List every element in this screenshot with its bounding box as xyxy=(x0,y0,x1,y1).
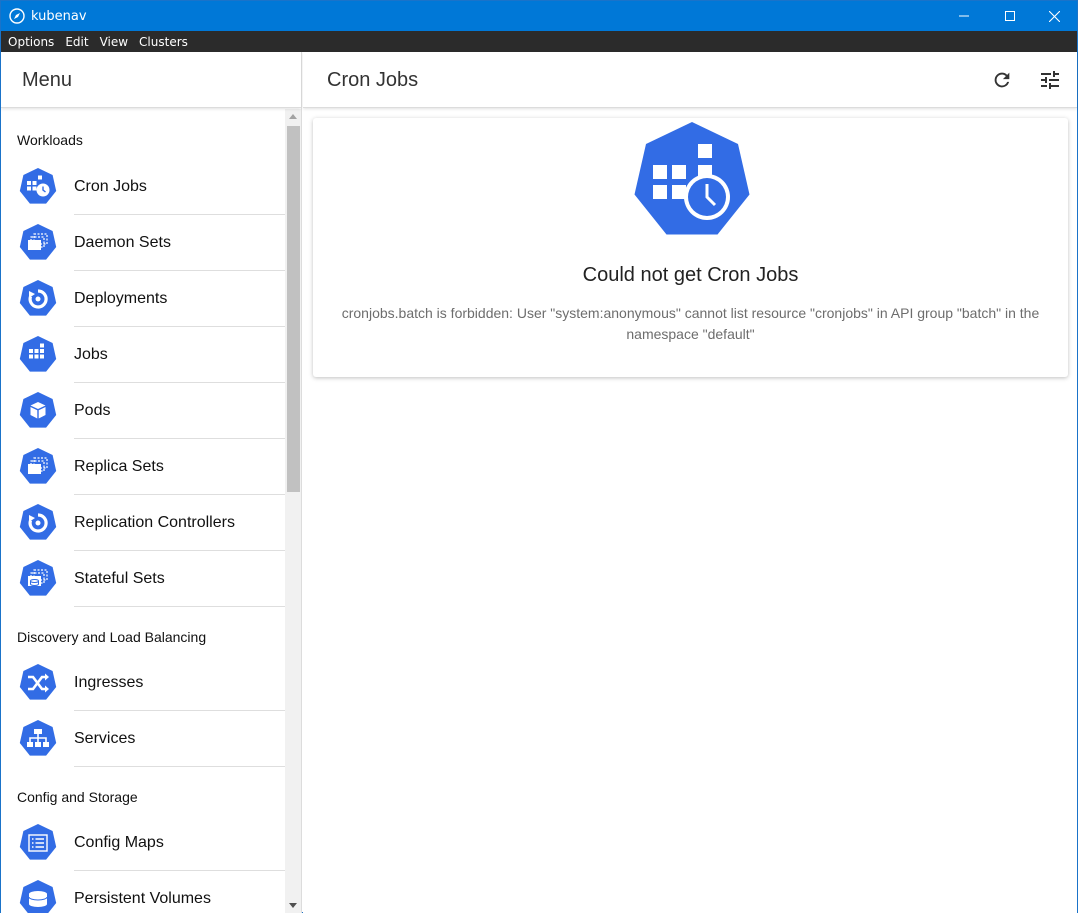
job-icon xyxy=(19,336,57,372)
sidebar-item-deployments[interactable]: Deployments xyxy=(1,271,285,327)
scroll-down-arrow-icon[interactable] xyxy=(289,903,297,908)
divider xyxy=(74,606,285,607)
sidebar-item-pods[interactable]: Pods xyxy=(1,383,285,439)
sidebar-item-label: Jobs xyxy=(74,346,108,363)
error-title: Could not get Cron Jobs xyxy=(582,264,799,286)
sidebar-item-services[interactable]: Services xyxy=(1,711,285,767)
main-header: Cron Jobs xyxy=(303,52,1077,108)
sidebar-item-cron-jobs[interactable]: Cron Jobs xyxy=(1,159,285,215)
maximize-icon xyxy=(1005,11,1015,21)
close-button[interactable] xyxy=(1031,1,1077,31)
sidebar-item-replica-sets[interactable]: Replica Sets xyxy=(1,439,285,495)
section-label-config-storage: Config and Storage xyxy=(17,789,138,805)
compass-icon xyxy=(9,8,25,24)
replicaset-icon xyxy=(19,448,57,484)
menu-edit[interactable]: Edit xyxy=(65,35,88,49)
sidebar-item-label: Services xyxy=(74,730,136,747)
error-card: Could not get Cron Jobs cronjobs.batch i… xyxy=(313,118,1068,377)
app-window: kubenav Options Edit View Clusters Menu … xyxy=(0,0,1078,913)
sidebar-item-stateful-sets[interactable]: Stateful Sets xyxy=(1,551,285,607)
scroll-up-arrow-icon[interactable] xyxy=(289,114,297,119)
minimize-button[interactable] xyxy=(941,1,987,31)
sidebar-item-replication-controllers[interactable]: Replication Controllers xyxy=(1,495,285,551)
sidebar-item-label: Config Maps xyxy=(74,834,164,851)
service-icon xyxy=(19,720,57,756)
error-message: cronjobs.batch is forbidden: User "syste… xyxy=(341,305,1040,342)
close-icon xyxy=(1048,10,1060,22)
sidebar-item-daemon-sets[interactable]: Daemon Sets xyxy=(1,215,285,271)
sidebar-item-config-maps[interactable]: Config Maps xyxy=(1,815,285,871)
sidebar-scrollbar[interactable] xyxy=(285,109,301,913)
page-title: Cron Jobs xyxy=(327,69,419,91)
sidebar-item-label: Replica Sets xyxy=(74,458,164,475)
sidebar-item-label: Replication Controllers xyxy=(74,514,235,531)
section-label-workloads: Workloads xyxy=(17,132,83,148)
daemonset-icon xyxy=(19,224,57,260)
menu-options[interactable]: Options xyxy=(8,35,54,49)
sidebar-item-jobs[interactable]: Jobs xyxy=(1,327,285,383)
cronjob-icon xyxy=(19,168,57,204)
title-bar[interactable]: kubenav xyxy=(1,1,1077,31)
ingress-icon xyxy=(19,664,57,700)
main-content: Cron Jobs Could not get Cron Jobs cronjo… xyxy=(303,52,1077,913)
minimize-icon xyxy=(959,15,969,17)
sidebar-item-label: Daemon Sets xyxy=(74,234,171,251)
sidebar-item-label: Pods xyxy=(74,402,111,419)
cronjob-icon xyxy=(634,122,750,235)
section-label-discovery: Discovery and Load Balancing xyxy=(17,629,207,645)
statefulset-icon xyxy=(19,560,57,596)
divider xyxy=(74,766,285,767)
refresh-icon xyxy=(994,72,1010,88)
sidebar-item-persistent-volumes[interactable]: Persistent Volumes xyxy=(1,871,285,913)
sidebar-item-label: Stateful Sets xyxy=(74,570,165,587)
sidebar-item-label: Ingresses xyxy=(74,674,144,691)
menu-bar: Options Edit View Clusters xyxy=(1,31,1077,52)
sidebar-item-label: Persistent Volumes xyxy=(74,890,211,907)
sidebar-item-ingresses[interactable]: Ingresses xyxy=(1,655,285,711)
menu-view[interactable]: View xyxy=(100,35,128,49)
sidebar: Menu Workloads Cron Jobs Daemon Sets Dep… xyxy=(1,52,302,913)
menu-clusters[interactable]: Clusters xyxy=(139,35,188,49)
sidebar-item-label: Deployments xyxy=(74,290,168,307)
refresh-button[interactable] xyxy=(988,66,1016,94)
configmap-icon xyxy=(19,824,57,860)
maximize-button[interactable] xyxy=(987,1,1033,31)
tune-icon xyxy=(1041,71,1059,89)
scrollbar-thumb[interactable] xyxy=(287,126,300,492)
sidebar-item-label: Cron Jobs xyxy=(74,178,147,195)
pod-icon xyxy=(19,392,57,428)
replication-controller-icon xyxy=(19,504,57,540)
deployment-icon xyxy=(19,280,57,316)
window-title: kubenav xyxy=(31,9,87,24)
sidebar-list[interactable]: Workloads Cron Jobs Daemon Sets Deployme… xyxy=(1,109,285,913)
persistent-volume-icon xyxy=(19,880,57,913)
filter-settings-button[interactable] xyxy=(1036,66,1064,94)
sidebar-title: Menu xyxy=(22,69,73,91)
sidebar-header: Menu xyxy=(1,52,301,108)
